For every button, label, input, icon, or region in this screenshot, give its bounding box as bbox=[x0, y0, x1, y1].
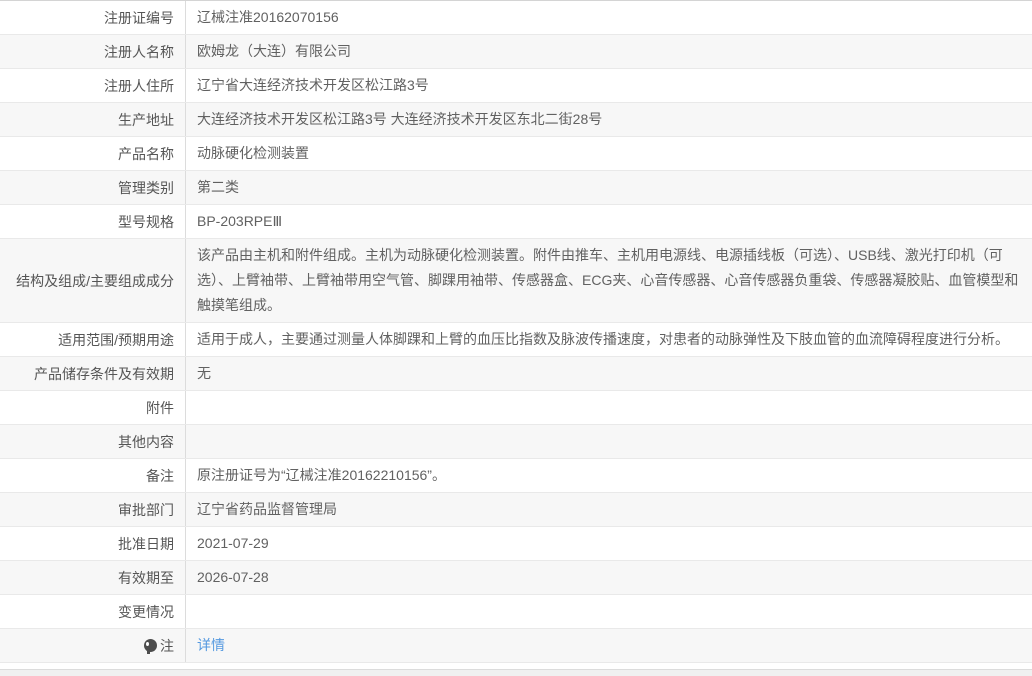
row-storage-conditions: 产品储存条件及有效期 无 bbox=[0, 357, 1032, 391]
field-value: 大连经济技术开发区松江路3号 大连经济技术开发区东北二街28号 bbox=[197, 111, 603, 127]
row-attachments: 附件 bbox=[0, 391, 1032, 425]
row-other-content: 其他内容 bbox=[0, 425, 1032, 459]
row-remarks: 备注 原注册证号为“辽械注准20162210156”。 bbox=[0, 459, 1032, 493]
row-registrant-name: 注册人名称 欧姆龙（大连）有限公司 bbox=[0, 35, 1032, 69]
field-value: 该产品由主机和附件组成。主机为动脉硬化检测装置。附件由推车、主机用电源线、电源插… bbox=[197, 247, 1019, 313]
field-label: 生产地址 bbox=[0, 103, 186, 136]
field-label: 其他内容 bbox=[0, 425, 186, 458]
row-management-class: 管理类别 第二类 bbox=[0, 171, 1032, 205]
field-value: 适用于成人，主要通过测量人体脚踝和上臂的血压比指数及脉波传播速度，对患者的动脉弹… bbox=[197, 331, 1009, 347]
field-value: 详情 bbox=[186, 629, 1032, 662]
field-value: 辽宁省药品监督管理局 bbox=[197, 501, 337, 517]
field-value: 动脉硬化检测装置 bbox=[197, 145, 309, 161]
field-value bbox=[186, 425, 1032, 458]
row-change-status: 变更情况 bbox=[0, 595, 1032, 629]
field-label: 产品储存条件及有效期 bbox=[0, 357, 186, 390]
field-label: 注册证编号 bbox=[0, 1, 186, 34]
field-value: 无 bbox=[197, 365, 211, 381]
note-label: 注 bbox=[160, 637, 174, 654]
row-valid-until: 有效期至 2026-07-28 bbox=[0, 561, 1032, 595]
field-value: BP-203RPEⅢ bbox=[197, 213, 283, 229]
field-label: 注 bbox=[0, 629, 186, 662]
field-value: 原注册证号为“辽械注准20162210156”。 bbox=[197, 467, 446, 483]
field-value: 辽械注准20162070156 bbox=[197, 9, 339, 25]
field-value: 2026-07-28 bbox=[197, 569, 269, 585]
field-label: 适用范围/预期用途 bbox=[0, 323, 186, 356]
field-value: 欧姆龙（大连）有限公司 bbox=[197, 43, 351, 59]
row-intended-use: 适用范围/预期用途 适用于成人，主要通过测量人体脚踝和上臂的血压比指数及脉波传播… bbox=[0, 323, 1032, 357]
field-label: 注册人名称 bbox=[0, 35, 186, 68]
field-label: 结构及组成/主要组成成分 bbox=[0, 239, 186, 322]
row-structure-composition: 结构及组成/主要组成成分 该产品由主机和附件组成。主机为动脉硬化检测装置。附件由… bbox=[0, 239, 1032, 323]
field-label: 批准日期 bbox=[0, 527, 186, 560]
field-value: 辽宁省大连经济技术开发区松江路3号 bbox=[197, 77, 429, 93]
field-label: 备注 bbox=[0, 459, 186, 492]
field-value bbox=[186, 595, 1032, 628]
field-label: 产品名称 bbox=[0, 137, 186, 170]
field-label: 有效期至 bbox=[0, 561, 186, 594]
details-link[interactable]: 详情 bbox=[197, 633, 225, 658]
field-label: 变更情况 bbox=[0, 595, 186, 628]
field-label: 型号规格 bbox=[0, 205, 186, 238]
row-registrant-address: 注册人住所 辽宁省大连经济技术开发区松江路3号 bbox=[0, 69, 1032, 103]
field-label: 管理类别 bbox=[0, 171, 186, 204]
field-label: 注册人住所 bbox=[0, 69, 186, 102]
row-production-address: 生产地址 大连经济技术开发区松江路3号 大连经济技术开发区东北二街28号 bbox=[0, 103, 1032, 137]
field-value: 2021-07-29 bbox=[197, 535, 269, 551]
page-footer-strip bbox=[0, 669, 1032, 676]
row-model-spec: 型号规格 BP-203RPEⅢ bbox=[0, 205, 1032, 239]
field-label: 审批部门 bbox=[0, 493, 186, 526]
row-product-name: 产品名称 动脉硬化检测装置 bbox=[0, 137, 1032, 171]
balloon-icon bbox=[144, 639, 157, 654]
field-value bbox=[186, 391, 1032, 424]
field-value: 第二类 bbox=[197, 179, 239, 195]
registration-detail-table: 注册证编号 辽械注准20162070156 注册人名称 欧姆龙（大连）有限公司 … bbox=[0, 0, 1032, 663]
field-label: 附件 bbox=[0, 391, 186, 424]
row-note: 注 详情 bbox=[0, 629, 1032, 663]
row-approval-date: 批准日期 2021-07-29 bbox=[0, 527, 1032, 561]
row-registration-cert-number: 注册证编号 辽械注准20162070156 bbox=[0, 1, 1032, 35]
row-approval-department: 审批部门 辽宁省药品监督管理局 bbox=[0, 493, 1032, 527]
